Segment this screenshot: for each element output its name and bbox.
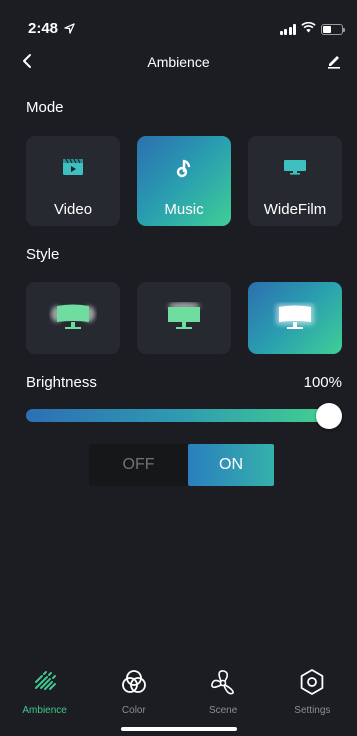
page-title: Ambience — [147, 54, 210, 70]
music-note-icon — [137, 158, 231, 178]
mode-video-label: Video — [53, 201, 93, 218]
cellular-signal-icon — [279, 23, 296, 35]
style-option-2-button[interactable] — [137, 282, 231, 354]
mode-widefilm-label: WideFilm — [263, 201, 327, 218]
style-section-label: Style — [26, 246, 60, 263]
tab-settings[interactable]: Settings — [268, 662, 357, 722]
color-circles-icon — [89, 668, 178, 696]
style-option-3-button[interactable] — [248, 282, 342, 354]
mode-music-button[interactable]: Music — [137, 136, 231, 226]
mode-video-button[interactable]: Video — [26, 136, 120, 226]
tab-bar: Ambience Color Scene Settings — [0, 662, 357, 722]
style-option-1-button[interactable] — [26, 282, 120, 354]
home-indicator — [121, 727, 237, 731]
edit-button[interactable] — [321, 48, 347, 74]
monitor-glow-top-icon — [137, 302, 231, 334]
mode-music-label: Music — [164, 201, 204, 218]
tab-settings-label: Settings — [294, 705, 331, 716]
scene-fan-icon — [179, 668, 268, 696]
tab-ambience-label: Ambience — [22, 705, 67, 716]
mode-section-label: Mode — [26, 99, 64, 116]
location-arrow-icon — [64, 21, 75, 39]
toggle-on-button[interactable]: ON — [188, 444, 274, 486]
brightness-value: 100% — [303, 374, 342, 391]
monitor-glow-sides-icon — [26, 302, 120, 334]
wifi-icon — [301, 20, 316, 38]
battery-icon — [321, 23, 345, 35]
status-bar: 2:48 — [0, 0, 357, 46]
edit-pencil-icon — [328, 56, 340, 69]
status-time: 2:48 — [28, 20, 59, 37]
power-toggle: OFF ON — [89, 444, 274, 486]
brightness-slider-thumb[interactable] — [316, 403, 342, 429]
tab-color[interactable]: Color — [89, 662, 178, 722]
toggle-off-button[interactable]: OFF — [89, 444, 188, 486]
brightness-slider-track[interactable] — [26, 409, 329, 422]
tab-color-label: Color — [121, 705, 146, 716]
tab-ambience[interactable]: Ambience — [0, 662, 89, 722]
mode-widefilm-button[interactable]: WideFilm — [248, 136, 342, 226]
settings-hexagon-icon — [268, 668, 357, 696]
widescreen-monitor-icon — [248, 158, 342, 176]
tab-scene-label: Scene — [208, 705, 238, 716]
tab-scene[interactable]: Scene — [179, 662, 268, 722]
nav-bar: Ambience — [0, 46, 357, 78]
status-icons — [279, 20, 345, 38]
video-icon — [26, 158, 120, 176]
ambience-rays-icon — [0, 668, 89, 694]
brightness-label: Brightness — [26, 374, 97, 391]
monitor-glow-full-icon — [248, 302, 342, 334]
